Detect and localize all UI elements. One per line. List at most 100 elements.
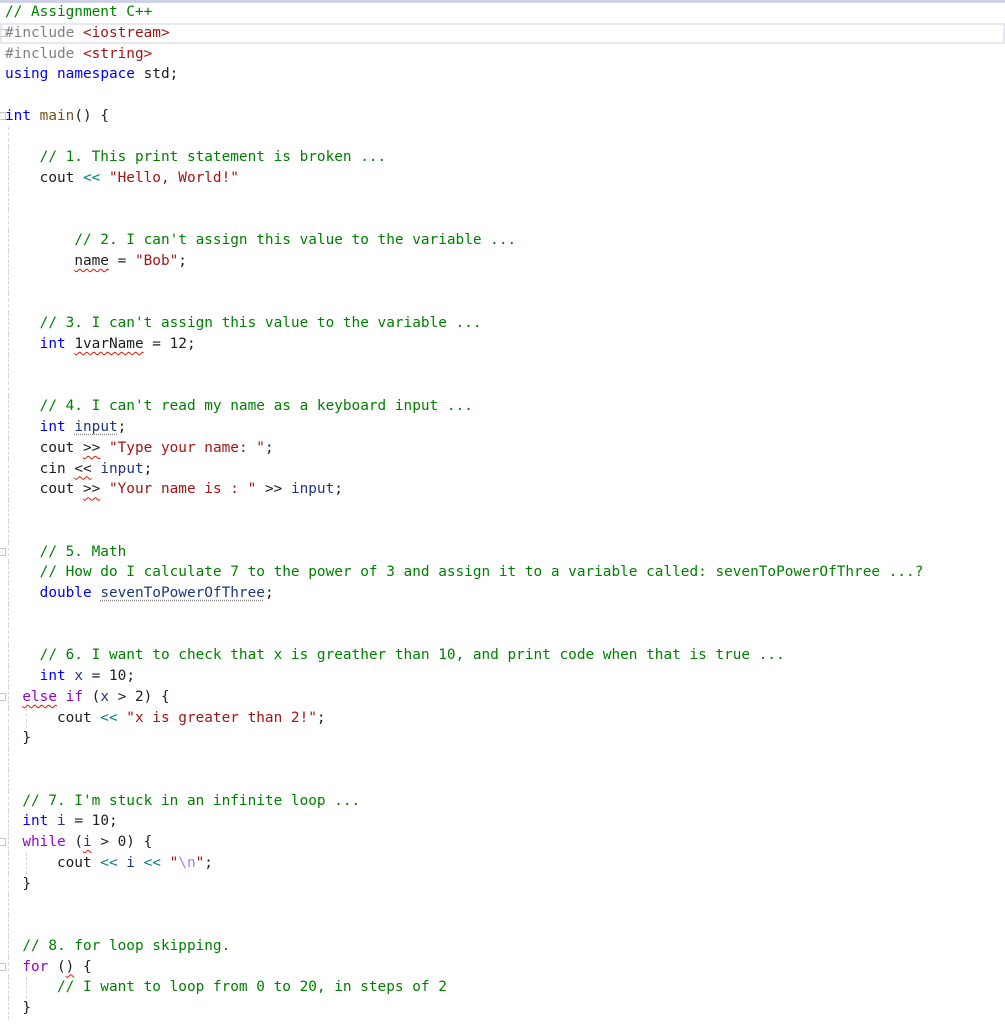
code-line-6[interactable]: int main() { xyxy=(0,106,1005,127)
code-line-21[interactable]: int input; xyxy=(0,417,1005,438)
code-line-1[interactable]: // Assignment C++ xyxy=(0,2,1005,23)
token-kw: int xyxy=(39,336,66,352)
code-line-40[interactable]: int i = 10; xyxy=(0,811,1005,832)
code-line-9[interactable]: cout << "Hello, World!" xyxy=(0,168,1005,189)
code-line-26[interactable] xyxy=(0,520,1005,542)
code-line-10[interactable] xyxy=(0,188,1005,210)
token-pre: #include xyxy=(5,24,83,41)
token-plain: cout xyxy=(39,170,75,186)
indent-guide xyxy=(8,126,9,148)
error-token: << xyxy=(74,460,92,477)
token-plain: ( xyxy=(65,834,83,850)
code-line-29[interactable]: double sevenToPowerOfThree; xyxy=(0,583,1005,604)
error-token: 1varName xyxy=(74,336,144,352)
code-line-20[interactable]: // 4. I can't read my name as a keyboard… xyxy=(0,396,1005,417)
code-line-47[interactable]: for () { xyxy=(0,956,1005,978)
code-line-39[interactable]: // 7. I'm stuck in an infinite loop ... xyxy=(0,790,1005,812)
token-plain: = xyxy=(108,253,135,269)
token-comment: // 4. I can't read my name as a keyboard… xyxy=(39,398,473,415)
code-line-5[interactable] xyxy=(0,85,1005,106)
code-line-19[interactable] xyxy=(0,375,1005,397)
code-line-32[interactable]: // 6. I want to check that x is greather… xyxy=(0,645,1005,666)
token-comment: // 1. This print statement is broken ... xyxy=(39,149,387,166)
code-line-48[interactable]: // I want to loop from 0 to 20, in steps… xyxy=(0,977,1005,998)
indent-guide xyxy=(8,251,9,272)
token-var: sevenToPowerOfThree xyxy=(100,585,265,601)
error-token: name xyxy=(74,253,109,269)
indent-guide xyxy=(8,603,9,625)
token-plain: ( xyxy=(48,958,66,975)
code-line-11[interactable] xyxy=(0,209,1005,231)
code-line-2[interactable]: #include <iostream> xyxy=(0,22,1005,44)
code-line-37[interactable] xyxy=(0,749,1005,770)
code-line-8[interactable]: // 1. This print statement is broken ... xyxy=(0,147,1005,168)
indent-guide xyxy=(8,728,9,749)
fold-toggle-icon[interactable] xyxy=(0,692,6,701)
code-line-33[interactable]: int x = 10; xyxy=(0,666,1005,687)
code-line-35[interactable]: cout << "x is greater than 2!"; xyxy=(0,707,1005,729)
token-plain: } xyxy=(22,1000,31,1016)
code-line-4[interactable]: using namespace std; xyxy=(0,64,1005,85)
token-inc: <iostream> xyxy=(82,24,170,41)
error-token: i xyxy=(82,834,92,850)
code-line-28[interactable]: // How do I calculate 7 to the power of … xyxy=(0,562,1005,583)
token-comment: // 2. I can't assign this value to the v… xyxy=(74,232,517,249)
indent-guide xyxy=(8,458,9,480)
code-editor[interactable]: // Assignment C++ #include <iostream> #inc… xyxy=(0,2,1005,1019)
code-line-27[interactable]: // 5. Math xyxy=(0,541,1005,563)
code-line-41[interactable]: while (i > 0) { xyxy=(0,832,1005,853)
code-line-17[interactable]: int 1varName = 12; xyxy=(0,334,1005,355)
token-plain: ; xyxy=(117,419,127,435)
code-line-16[interactable]: // 3. I can't assign this value to the v… xyxy=(0,313,1005,334)
fold-toggle-icon[interactable] xyxy=(0,111,6,120)
code-line-44[interactable] xyxy=(0,894,1005,915)
code-line-22[interactable]: cout >> "Type your name: "; xyxy=(0,437,1005,459)
fold-toggle-icon[interactable] xyxy=(0,28,6,37)
code-line-49[interactable]: } xyxy=(0,998,1005,1019)
indent-guide xyxy=(8,313,9,334)
code-line-43[interactable]: } xyxy=(0,873,1005,895)
token-comment: // How do I calculate 7 to the power of … xyxy=(39,564,924,581)
indent-guide xyxy=(8,334,9,355)
indent-guide xyxy=(8,562,9,583)
indent-guide xyxy=(8,666,9,687)
token-plain: cin xyxy=(39,460,66,477)
code-line-3[interactable]: #include <string> xyxy=(0,44,1005,65)
code-line-18[interactable] xyxy=(0,354,1005,376)
indent-guide xyxy=(8,500,9,521)
code-line-23[interactable]: cin << input; xyxy=(0,458,1005,480)
code-line-12[interactable]: // 2. I can't assign this value to the v… xyxy=(0,230,1005,251)
token-str: " xyxy=(169,854,179,871)
token-plain: > 2) { xyxy=(108,688,170,705)
indent-guide xyxy=(8,894,9,915)
code-line-46[interactable]: // 8. for loop skipping. xyxy=(0,935,1005,957)
code-line-25[interactable] xyxy=(0,500,1005,521)
fold-toggle-icon[interactable] xyxy=(0,547,6,556)
code-line-45[interactable] xyxy=(0,915,1005,936)
token-plain: ; xyxy=(316,709,326,726)
code-line-13[interactable]: name = "Bob"; xyxy=(0,251,1005,272)
fold-toggle-icon[interactable] xyxy=(0,838,6,846)
code-line-7[interactable] xyxy=(0,126,1005,148)
code-line-34[interactable]: else if (x > 2) { xyxy=(0,686,1005,708)
code-line-14[interactable] xyxy=(0,271,1005,293)
indent-guide xyxy=(8,168,9,189)
token-pre: #include xyxy=(5,45,83,62)
fold-toggle-icon[interactable] xyxy=(0,962,6,971)
code-line-24[interactable]: cout >> "Your name is : " >> input; xyxy=(0,479,1005,500)
code-line-31[interactable] xyxy=(0,624,1005,646)
code-line-38[interactable] xyxy=(0,769,1005,791)
code-line-36[interactable]: } xyxy=(0,728,1005,749)
code-line-30[interactable] xyxy=(0,603,1005,625)
indent-guide xyxy=(8,375,9,397)
code-line-42[interactable]: cout << i << "\n"; xyxy=(0,852,1005,874)
code-line-15[interactable] xyxy=(0,292,1005,314)
